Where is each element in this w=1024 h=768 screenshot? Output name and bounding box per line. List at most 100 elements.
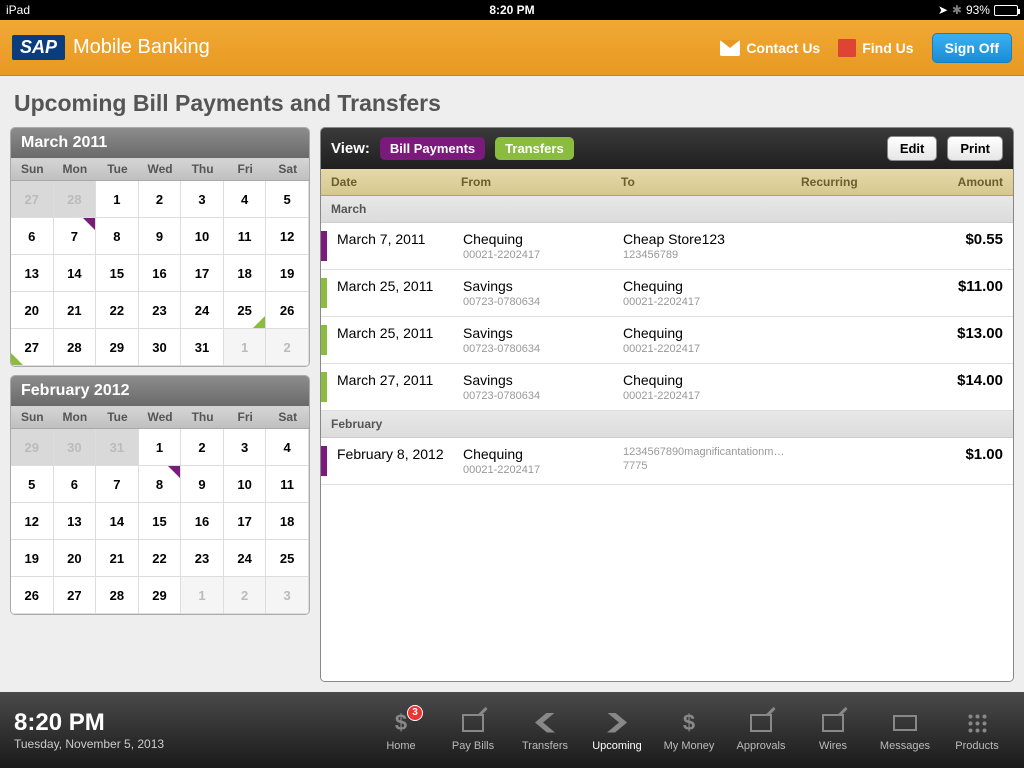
calendar-day[interactable]: 9: [181, 466, 224, 503]
calendar-day[interactable]: 3: [266, 577, 309, 614]
calendar-day[interactable]: 21: [54, 292, 97, 329]
notification-badge: 3: [407, 705, 423, 721]
calendar-day[interactable]: 7: [54, 218, 97, 255]
nav-wires[interactable]: Wires: [800, 709, 866, 752]
calendar-day[interactable]: 28: [54, 181, 97, 218]
calendar-day[interactable]: 17: [181, 255, 224, 292]
calendar-day[interactable]: 19: [266, 255, 309, 292]
calendar-day[interactable]: 5: [11, 466, 54, 503]
view-label: View:: [331, 140, 370, 157]
transaction-row[interactable]: February 8, 2012Chequing00021-2202417123…: [321, 438, 1013, 485]
edit-button[interactable]: Edit: [887, 136, 938, 161]
calendar-day[interactable]: 31: [96, 429, 139, 466]
calendar-day[interactable]: 20: [54, 540, 97, 577]
calendar-day[interactable]: 30: [139, 329, 182, 366]
calendar-day[interactable]: 22: [96, 292, 139, 329]
calendar-day[interactable]: 9: [139, 218, 182, 255]
calendar-day[interactable]: 26: [266, 292, 309, 329]
calendar-day[interactable]: 2: [224, 577, 267, 614]
transfers-filter[interactable]: Transfers: [495, 137, 574, 160]
nav-pay-bills[interactable]: Pay Bills: [440, 709, 506, 752]
calendar-day[interactable]: 18: [266, 503, 309, 540]
calendar-day[interactable]: 24: [224, 540, 267, 577]
calendar-day[interactable]: 7: [96, 466, 139, 503]
calendar-day[interactable]: 5: [266, 181, 309, 218]
contact-us-link[interactable]: Contact Us: [720, 40, 820, 56]
calendar-day[interactable]: 20: [11, 292, 54, 329]
calendar-day[interactable]: 30: [54, 429, 97, 466]
find-us-link[interactable]: Find Us: [838, 39, 913, 57]
calendar-day[interactable]: 31: [181, 329, 224, 366]
calendar-day[interactable]: 21: [96, 540, 139, 577]
calendar-grid: 2728123456789101112131415161718192021222…: [11, 181, 309, 366]
calendar-day[interactable]: 1: [181, 577, 224, 614]
calendar-day[interactable]: 8: [96, 218, 139, 255]
calendar-day[interactable]: 23: [181, 540, 224, 577]
calendar-day[interactable]: 12: [266, 218, 309, 255]
nav-upcoming[interactable]: Upcoming: [584, 709, 650, 752]
transaction-row[interactable]: March 25, 2011Savings00723-0780634Chequi…: [321, 317, 1013, 364]
calendar-day[interactable]: 14: [54, 255, 97, 292]
calendar-day[interactable]: 16: [139, 255, 182, 292]
calendar-day[interactable]: 25: [224, 292, 267, 329]
calendar-day[interactable]: 29: [11, 429, 54, 466]
transaction-row[interactable]: March 25, 2011Savings00723-0780634Chequi…: [321, 270, 1013, 317]
calendar-day[interactable]: 16: [181, 503, 224, 540]
calendar-day[interactable]: 13: [11, 255, 54, 292]
calendar-day[interactable]: 2: [181, 429, 224, 466]
nav-label: My Money: [664, 740, 715, 752]
nav-label: Pay Bills: [452, 740, 494, 752]
calendar-day[interactable]: 12: [11, 503, 54, 540]
calendar-day[interactable]: 2: [139, 181, 182, 218]
calendar-day[interactable]: 6: [54, 466, 97, 503]
nav-label: Transfers: [522, 740, 568, 752]
calendar-day[interactable]: 11: [266, 466, 309, 503]
sign-off-button[interactable]: Sign Off: [932, 33, 1012, 63]
nav-messages[interactable]: Messages: [872, 709, 938, 752]
calendar-day[interactable]: 3: [224, 429, 267, 466]
calendar-day[interactable]: 15: [139, 503, 182, 540]
calendar-day[interactable]: 29: [139, 577, 182, 614]
transaction-row[interactable]: March 27, 2011Savings00723-0780634Chequi…: [321, 364, 1013, 411]
calendar-day[interactable]: 10: [224, 466, 267, 503]
calendar-day[interactable]: 1: [139, 429, 182, 466]
bill-payments-filter[interactable]: Bill Payments: [380, 137, 485, 160]
transaction-row[interactable]: March 7, 2011Chequing00021-2202417Cheap …: [321, 223, 1013, 270]
row-from: Savings00723-0780634: [463, 278, 623, 308]
calendar-day[interactable]: 17: [224, 503, 267, 540]
print-button[interactable]: Print: [947, 136, 1003, 161]
calendar-day[interactable]: 25: [266, 540, 309, 577]
calendar-day[interactable]: 26: [11, 577, 54, 614]
calendar-day[interactable]: 3: [181, 181, 224, 218]
calendar-day[interactable]: 27: [11, 329, 54, 366]
calendar-day[interactable]: 11: [224, 218, 267, 255]
nav-transfers[interactable]: Transfers: [512, 709, 578, 752]
calendar-day[interactable]: 1: [224, 329, 267, 366]
nav-approvals[interactable]: Approvals: [728, 709, 794, 752]
calendar-day[interactable]: 4: [224, 181, 267, 218]
nav-my-money[interactable]: $My Money: [656, 709, 722, 752]
calendar-day[interactable]: 15: [96, 255, 139, 292]
calendar-day[interactable]: 18: [224, 255, 267, 292]
calendar-day[interactable]: 1: [96, 181, 139, 218]
event-marker-icon: [168, 466, 180, 478]
calendar-day[interactable]: 8: [139, 466, 182, 503]
calendar-day[interactable]: 19: [11, 540, 54, 577]
nav-products[interactable]: Products: [944, 709, 1010, 752]
calendar-day[interactable]: 10: [181, 218, 224, 255]
calendar-day[interactable]: 2: [266, 329, 309, 366]
calendar-day[interactable]: 23: [139, 292, 182, 329]
row-amount: $14.00: [923, 372, 1003, 402]
calendar-day[interactable]: 13: [54, 503, 97, 540]
calendar-day[interactable]: 4: [266, 429, 309, 466]
calendar-day[interactable]: 22: [139, 540, 182, 577]
calendar-day[interactable]: 28: [96, 577, 139, 614]
calendar-day[interactable]: 24: [181, 292, 224, 329]
calendar-day[interactable]: 29: [96, 329, 139, 366]
calendar-day[interactable]: 27: [11, 181, 54, 218]
calendar-day[interactable]: 28: [54, 329, 97, 366]
calendar-day[interactable]: 27: [54, 577, 97, 614]
calendar-day[interactable]: 6: [11, 218, 54, 255]
nav-home[interactable]: $3Home: [368, 709, 434, 752]
calendar-day[interactable]: 14: [96, 503, 139, 540]
